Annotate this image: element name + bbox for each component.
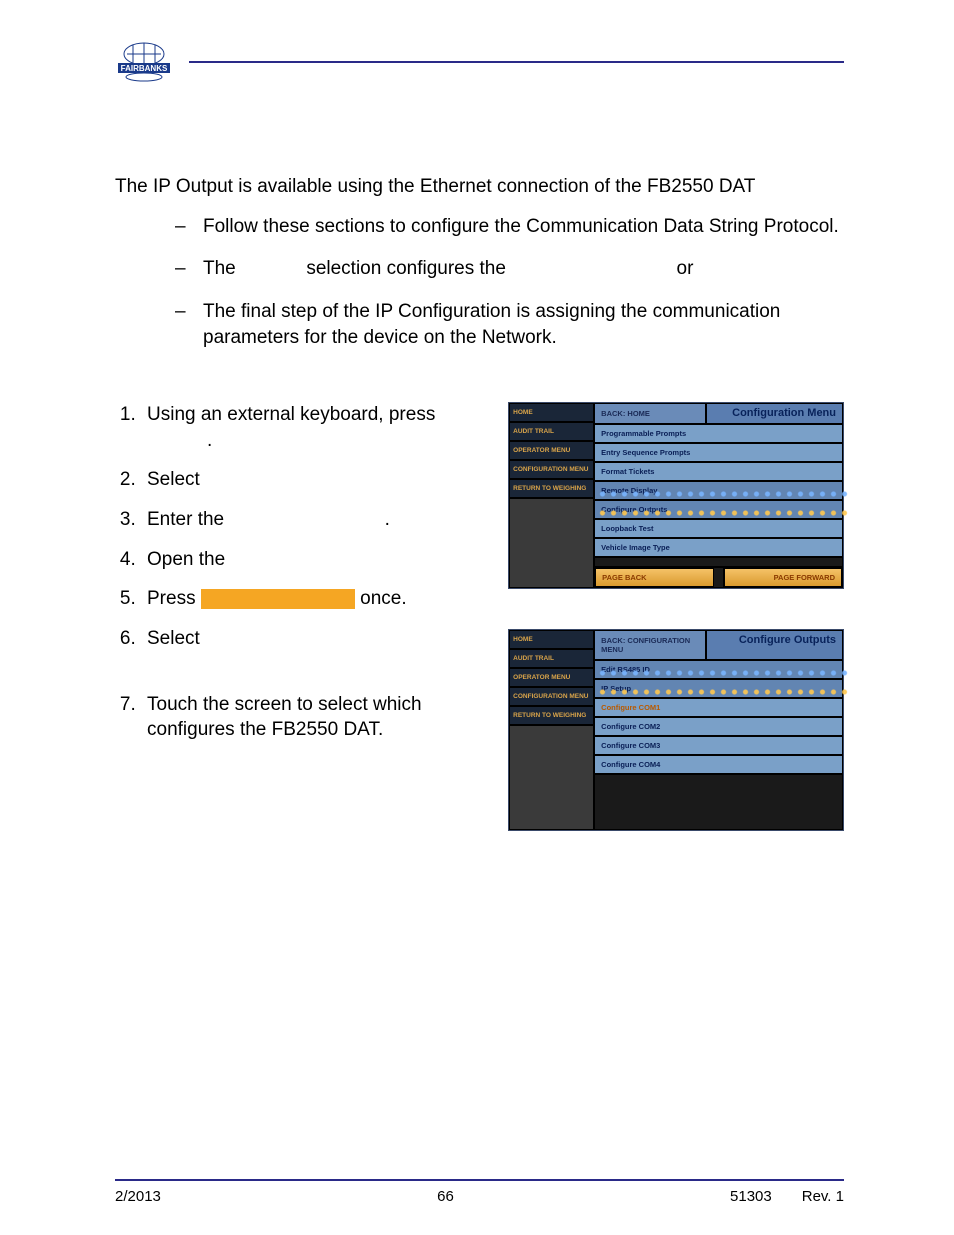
row-prog-prompts[interactable]: Programmable Prompts	[594, 424, 843, 443]
page-forward-button[interactable]: PAGE FORWARD	[724, 568, 842, 587]
panel2-title: Configure Outputs	[706, 630, 843, 660]
side2-config[interactable]: CONFIGURATION MENU	[509, 687, 594, 706]
panel1-gap	[594, 557, 843, 567]
row-vehicle-image[interactable]: Vehicle Image Type	[594, 538, 843, 557]
bullet-2c: or	[677, 258, 694, 279]
bullet-3: The final step of the IP Configuration i…	[175, 299, 844, 352]
side-audit[interactable]: AUDIT TRAIL	[509, 422, 594, 441]
side2-home[interactable]: HOME	[509, 630, 594, 649]
logo-text: FAIRBANKS	[121, 64, 168, 73]
step-1-dot: .	[207, 430, 212, 451]
row-format-tickets[interactable]: Format Tickets	[594, 462, 843, 481]
side-return[interactable]: RETURN TO WEIGHING	[509, 479, 594, 498]
highlight-button	[201, 589, 355, 609]
intro-text: The IP Output is available using the Eth…	[115, 174, 844, 200]
step-3a: Enter the	[147, 509, 224, 530]
step-1-text: Using an external keyboard, press	[147, 404, 435, 425]
bullet-2: The selection configures the or	[175, 256, 844, 283]
side2-filler	[509, 725, 594, 830]
side2-return[interactable]: RETURN TO WEIGHING	[509, 706, 594, 725]
step-3: Enter the .	[141, 507, 488, 533]
step-3b: .	[385, 509, 390, 530]
footer-rev: Rev. 1	[802, 1188, 844, 1205]
bullet-list: Follow these sections to configure the C…	[115, 214, 844, 352]
row-remote-display[interactable]: Remote Display	[594, 481, 843, 500]
footer-page: 66	[437, 1188, 454, 1205]
back-home-button[interactable]: BACK: HOME	[594, 403, 706, 424]
row-com1[interactable]: Configure COM1	[594, 698, 843, 717]
bullet-2b: selection configures the	[306, 258, 506, 279]
step-5a: Press	[147, 588, 196, 609]
step-1: Using an external keyboard, press .	[141, 402, 488, 453]
row-ip-setup[interactable]: IP Setup	[594, 679, 843, 698]
fairbanks-logo: FAIRBANKS	[115, 40, 173, 84]
side-config[interactable]: CONFIGURATION MENU	[509, 460, 594, 479]
footer-rule	[115, 1179, 844, 1181]
panel1-title: Configuration Menu	[706, 403, 843, 424]
nav-spacer	[714, 568, 724, 587]
side-filler	[509, 498, 594, 588]
step-5b: once.	[360, 588, 406, 609]
page-back-button[interactable]: PAGE BACK	[595, 568, 713, 587]
back-config-button[interactable]: BACK: CONFIGURATION MENU	[594, 630, 706, 660]
row-entry-seq[interactable]: Entry Sequence Prompts	[594, 443, 843, 462]
row-com4[interactable]: Configure COM4	[594, 755, 843, 774]
step-7: Touch the screen to select which configu…	[141, 692, 488, 743]
bullet-1: Follow these sections to configure the C…	[175, 214, 844, 241]
footer-doc: 51303	[730, 1188, 772, 1205]
side2-operator[interactable]: OPERATOR MENU	[509, 668, 594, 687]
footer-date: 2/2013	[115, 1188, 161, 1205]
row-edit-rs485[interactable]: Edit RS485 ID	[594, 660, 843, 679]
row-com2[interactable]: Configure COM2	[594, 717, 843, 736]
side-operator[interactable]: OPERATOR MENU	[509, 441, 594, 460]
bullet-2a: The	[203, 258, 236, 279]
step-4: Open the	[141, 547, 488, 573]
side2-audit[interactable]: AUDIT TRAIL	[509, 649, 594, 668]
screenshot-configure-outputs: HOME AUDIT TRAIL OPERATOR MENU CONFIGURA…	[508, 629, 844, 831]
header-row: FAIRBANKS	[115, 40, 844, 84]
row-configure-outputs[interactable]: Configure Outputs	[594, 500, 843, 519]
row-loopback[interactable]: Loopback Test	[594, 519, 843, 538]
step-6: Select	[141, 626, 488, 652]
steps-column: Using an external keyboard, press . Sele…	[115, 402, 488, 757]
side-home[interactable]: HOME	[509, 403, 594, 422]
row-com3[interactable]: Configure COM3	[594, 736, 843, 755]
step-2: Select	[141, 467, 488, 493]
screenshot-config-menu: HOME AUDIT TRAIL OPERATOR MENU CONFIGURA…	[508, 402, 844, 589]
footer: 2/2013 66 51303 Rev. 1	[115, 1188, 844, 1205]
step-5: Press once.	[141, 586, 488, 612]
panel2-gap	[594, 774, 843, 830]
header-rule	[189, 61, 844, 63]
